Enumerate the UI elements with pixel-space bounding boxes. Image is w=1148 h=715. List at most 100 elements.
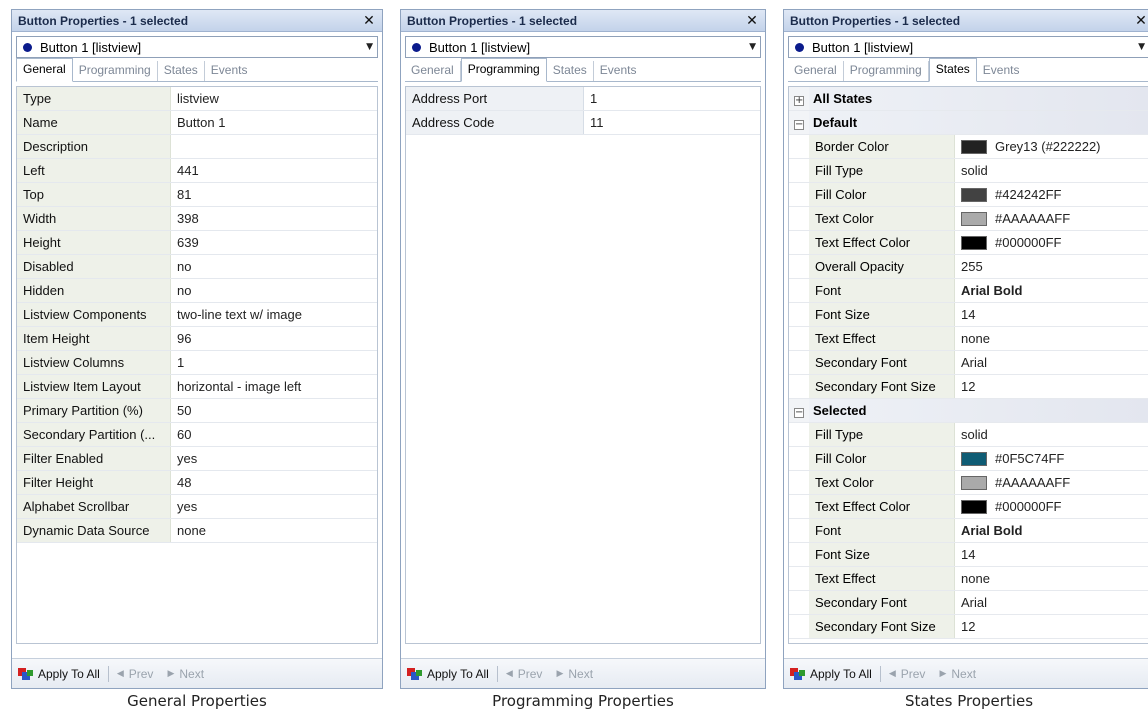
property-row-hidden[interactable]: Hidden no <box>17 279 377 303</box>
property-value[interactable]: 1 <box>584 91 760 106</box>
state-row-font-size[interactable]: Font Size 14 <box>789 303 1148 327</box>
prev-button[interactable]: ◀ Prev <box>506 667 543 681</box>
tab-programming[interactable]: Programming <box>460 58 547 82</box>
property-row-filter-height[interactable]: Filter Height 48 <box>17 471 377 495</box>
property-row-description[interactable]: Description <box>17 135 377 159</box>
state-row-text-effect[interactable]: Text Effect none <box>789 567 1148 591</box>
close-icon[interactable]: ✕ <box>1134 14 1148 28</box>
property-value[interactable]: #424242FF <box>955 187 1148 202</box>
property-value[interactable]: #000000FF <box>955 499 1148 514</box>
property-value[interactable]: none <box>955 331 1148 346</box>
property-value[interactable]: 639 <box>171 235 377 250</box>
tab-programming[interactable]: Programming <box>73 61 158 81</box>
group-row-selected[interactable]: − Selected <box>789 399 1148 423</box>
tab-general[interactable]: General <box>788 61 844 81</box>
property-value[interactable]: 12 <box>955 619 1148 634</box>
property-value[interactable]: 441 <box>171 163 377 178</box>
prev-button[interactable]: ◀ Prev <box>117 667 154 681</box>
plus-box-icon[interactable]: + <box>789 92 809 106</box>
property-value[interactable]: 48 <box>171 475 377 490</box>
property-value[interactable]: Arial Bold <box>955 523 1148 538</box>
property-value[interactable]: 96 <box>171 331 377 346</box>
state-row-text-effect[interactable]: Text Effect none <box>789 327 1148 351</box>
state-row-overall-opacity[interactable]: Overall Opacity 255 <box>789 255 1148 279</box>
property-value[interactable]: #AAAAAAFF <box>955 211 1148 226</box>
tab-general[interactable]: General <box>405 61 461 81</box>
apply-to-all-button[interactable]: Apply To All <box>407 667 489 681</box>
property-value[interactable]: #AAAAAAFF <box>955 475 1148 490</box>
property-value[interactable]: 60 <box>171 427 377 442</box>
prev-button[interactable]: ◀ Prev <box>889 667 926 681</box>
state-row-font[interactable]: Font Arial Bold <box>789 279 1148 303</box>
property-row-height[interactable]: Height 639 <box>17 231 377 255</box>
state-row-text-effect-color[interactable]: Text Effect Color #000000FF <box>789 495 1148 519</box>
property-value[interactable]: 1 <box>171 355 377 370</box>
property-value[interactable]: Button 1 <box>171 115 377 130</box>
state-row-secondary-font[interactable]: Secondary Font Arial <box>789 351 1148 375</box>
minus-box-icon[interactable]: − <box>789 116 809 130</box>
group-row-default[interactable]: − Default <box>789 111 1148 135</box>
property-row-width[interactable]: Width 398 <box>17 207 377 231</box>
tab-states[interactable]: States <box>158 61 205 81</box>
property-value[interactable]: #000000FF <box>955 235 1148 250</box>
color-swatch[interactable] <box>961 187 987 202</box>
property-value[interactable]: Arial Bold <box>955 283 1148 298</box>
color-swatch[interactable] <box>961 139 987 154</box>
property-row-listview-columns[interactable]: Listview Columns 1 <box>17 351 377 375</box>
property-value[interactable]: yes <box>171 499 377 514</box>
tab-programming[interactable]: Programming <box>844 61 929 81</box>
property-value[interactable]: 12 <box>955 379 1148 394</box>
state-row-secondary-font[interactable]: Secondary Font Arial <box>789 591 1148 615</box>
property-row-alphabet-scrollbar[interactable]: Alphabet Scrollbar yes <box>17 495 377 519</box>
property-value[interactable]: 81 <box>171 187 377 202</box>
property-row-item-height[interactable]: Item Height 96 <box>17 327 377 351</box>
property-value[interactable]: listview <box>171 91 377 106</box>
chevron-down-icon[interactable]: ▼ <box>1138 42 1145 52</box>
property-value[interactable]: 14 <box>955 547 1148 562</box>
apply-to-all-button[interactable]: Apply To All <box>18 667 100 681</box>
property-row-primary-partition[interactable]: Primary Partition (%) 50 <box>17 399 377 423</box>
object-selector[interactable]: Button 1 [listview] ▼ <box>788 36 1148 58</box>
property-value[interactable]: 50 <box>171 403 377 418</box>
property-row-address-code[interactable]: Address Code 11 <box>406 111 760 135</box>
property-value[interactable]: yes <box>171 451 377 466</box>
color-swatch[interactable] <box>961 211 987 226</box>
property-row-name[interactable]: Name Button 1 <box>17 111 377 135</box>
property-row-listview-components[interactable]: Listview Components two-line text w/ imag… <box>17 303 377 327</box>
state-row-text-color[interactable]: Text Color #AAAAAAFF <box>789 471 1148 495</box>
color-swatch[interactable] <box>961 451 987 466</box>
apply-to-all-button[interactable]: Apply To All <box>790 667 872 681</box>
property-value[interactable]: two-line text w/ image <box>171 307 377 322</box>
property-value[interactable]: solid <box>955 163 1148 178</box>
next-button[interactable]: ▶ Next <box>167 667 204 681</box>
property-value[interactable]: none <box>955 571 1148 586</box>
property-row-left[interactable]: Left 441 <box>17 159 377 183</box>
state-row-fill-color[interactable]: Fill Color #0F5C74FF <box>789 447 1148 471</box>
state-row-font[interactable]: Font Arial Bold <box>789 519 1148 543</box>
state-row-secondary-font-size[interactable]: Secondary Font Size 12 <box>789 615 1148 639</box>
property-row-address-port[interactable]: Address Port 1 <box>406 87 760 111</box>
tab-events[interactable]: Events <box>594 61 643 81</box>
group-row-all-states[interactable]: + All States <box>789 87 1148 111</box>
next-button[interactable]: ▶ Next <box>939 667 976 681</box>
property-row-dynamic-data-source[interactable]: Dynamic Data Source none <box>17 519 377 543</box>
chevron-down-icon[interactable]: ▼ <box>749 42 756 52</box>
property-row-secondary-partition[interactable]: Secondary Partition (... 60 <box>17 423 377 447</box>
chevron-down-icon[interactable]: ▼ <box>366 42 373 52</box>
color-swatch[interactable] <box>961 235 987 250</box>
object-selector[interactable]: Button 1 [listview] ▼ <box>16 36 378 58</box>
property-value[interactable]: none <box>171 523 377 538</box>
next-button[interactable]: ▶ Next <box>556 667 593 681</box>
close-icon[interactable]: ✕ <box>745 14 759 28</box>
state-row-fill-color[interactable]: Fill Color #424242FF <box>789 183 1148 207</box>
minus-box-icon[interactable]: − <box>789 404 809 418</box>
state-row-fill-type[interactable]: Fill Type solid <box>789 423 1148 447</box>
property-row-type[interactable]: Type listview <box>17 87 377 111</box>
property-value[interactable]: no <box>171 259 377 274</box>
state-row-text-color[interactable]: Text Color #AAAAAAFF <box>789 207 1148 231</box>
state-row-text-effect-color[interactable]: Text Effect Color #000000FF <box>789 231 1148 255</box>
property-value[interactable]: 14 <box>955 307 1148 322</box>
property-value[interactable]: 11 <box>584 115 760 130</box>
property-value[interactable]: Arial <box>955 595 1148 610</box>
property-value[interactable]: #0F5C74FF <box>955 451 1148 466</box>
